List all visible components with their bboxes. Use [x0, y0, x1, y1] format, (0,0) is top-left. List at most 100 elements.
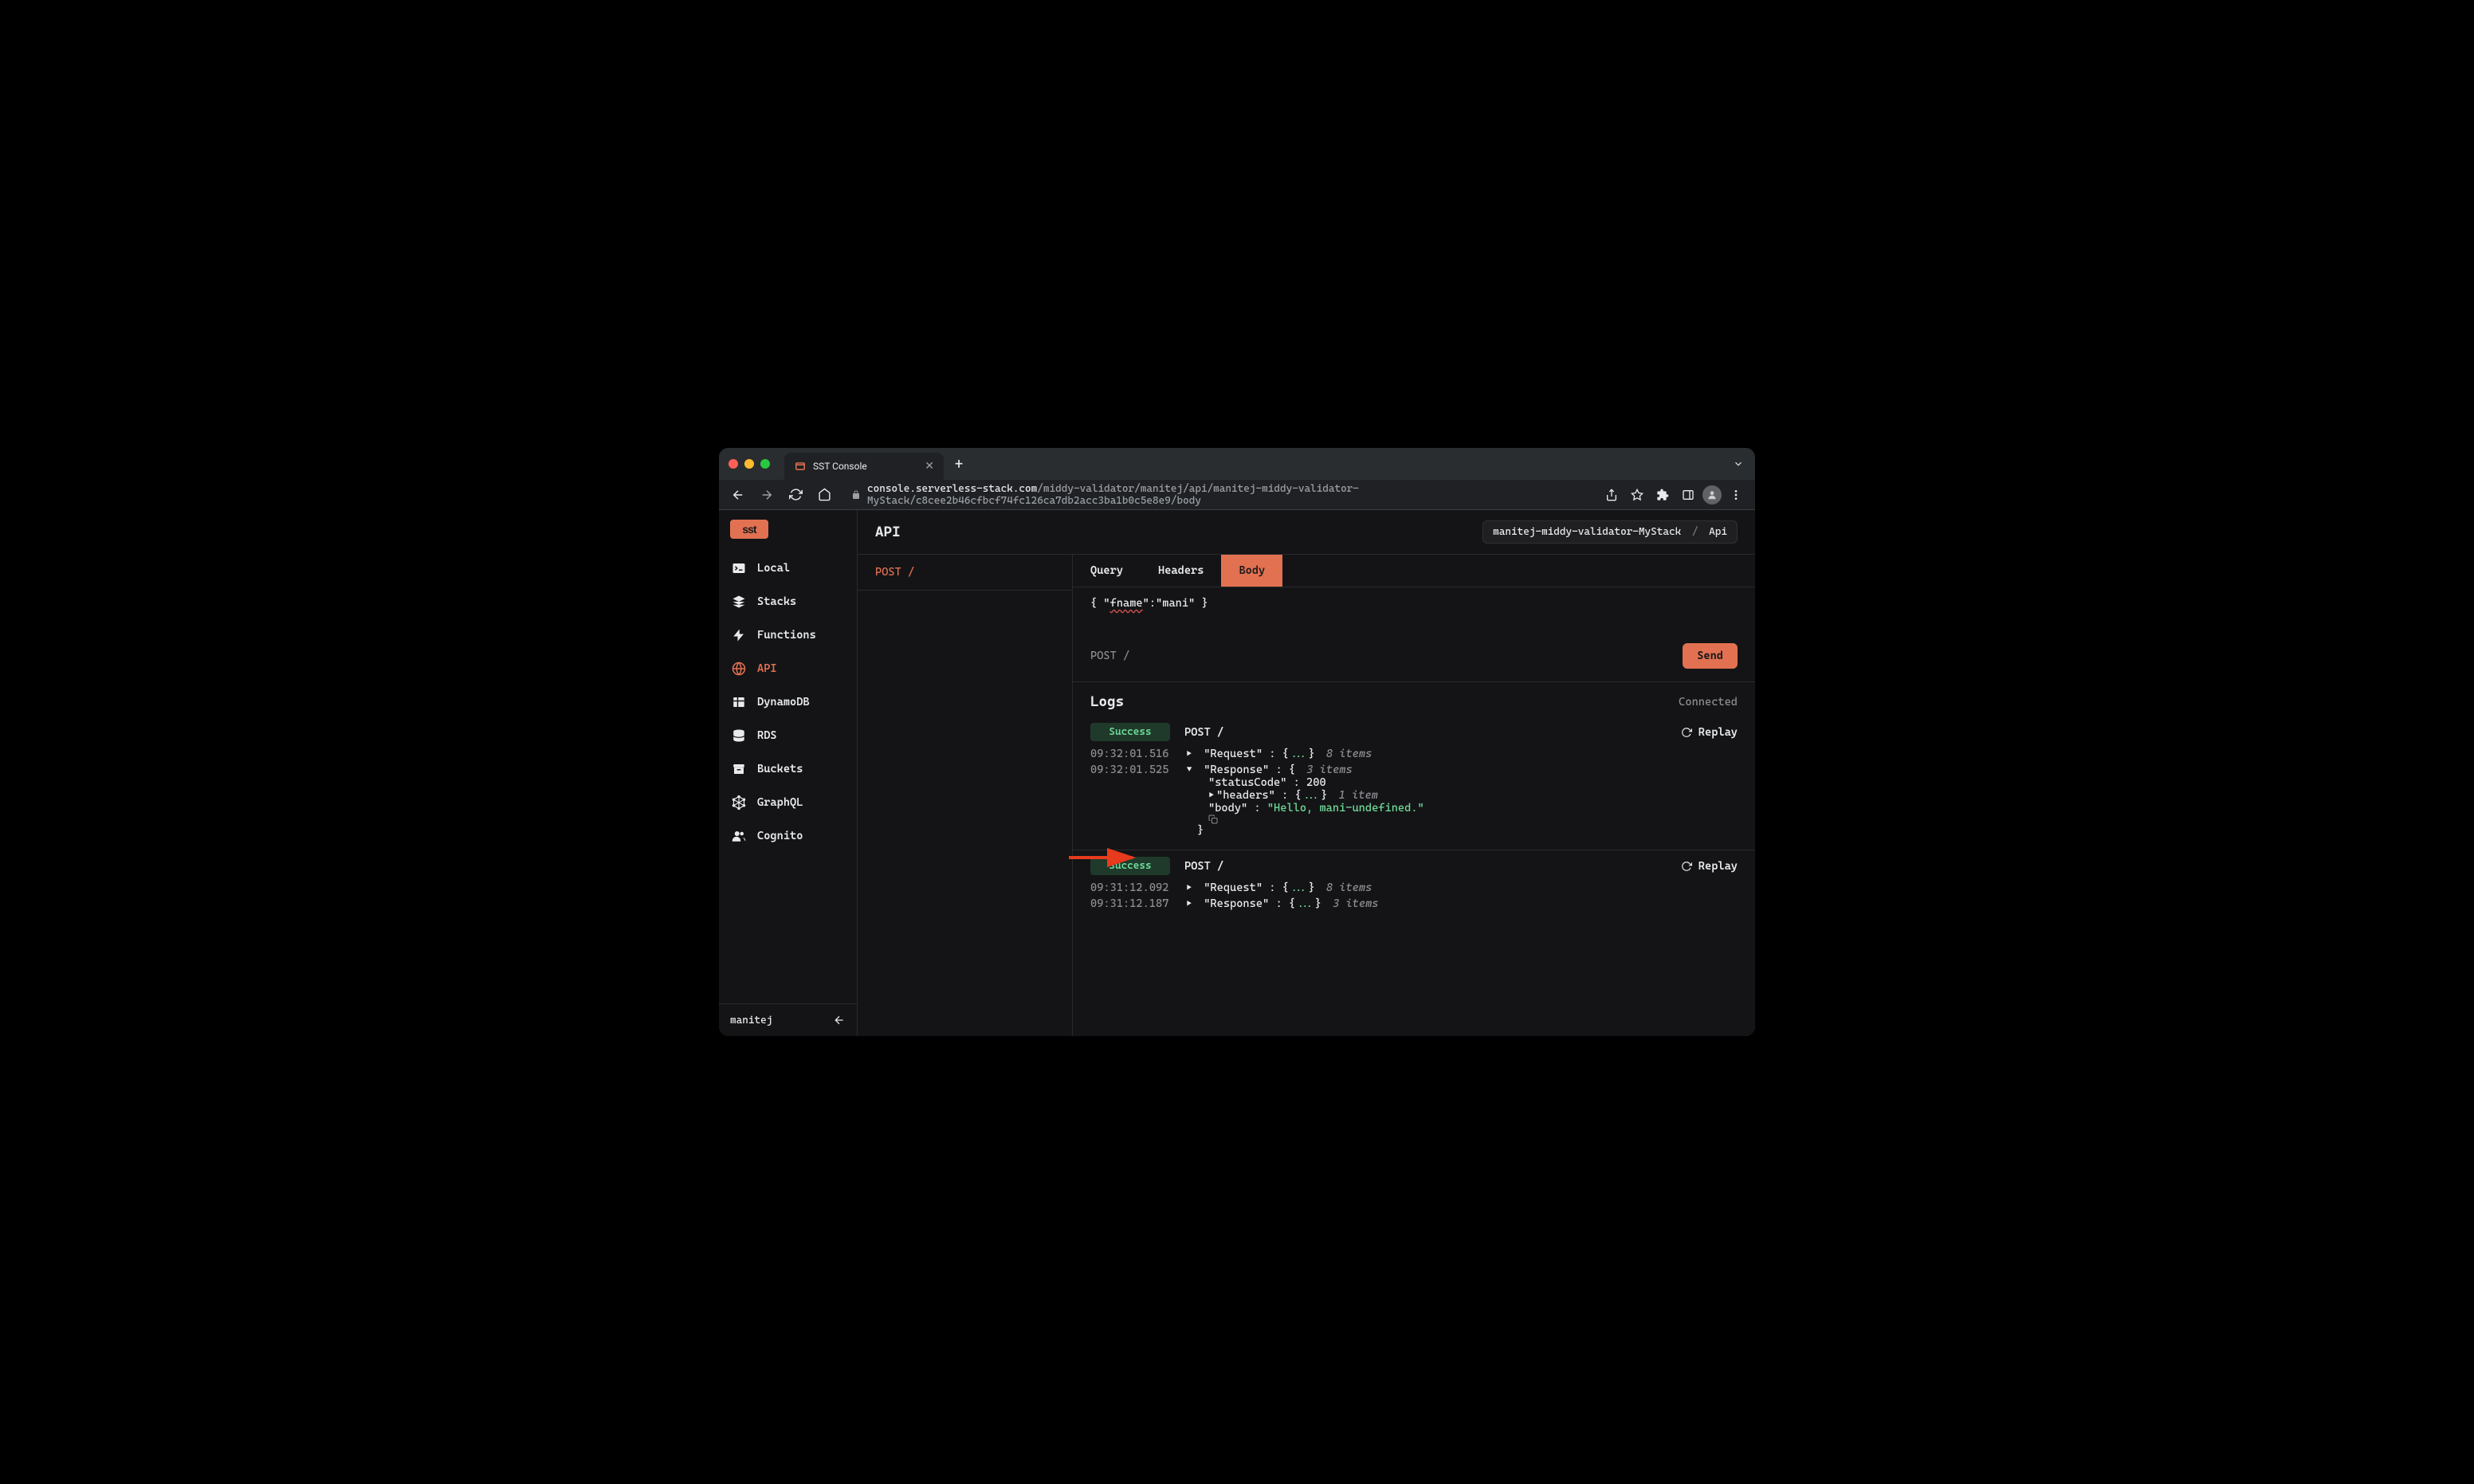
reload-button[interactable]	[784, 484, 807, 506]
close-window-button[interactable]	[728, 459, 738, 469]
users-icon	[732, 829, 746, 843]
tab-headers[interactable]: Headers	[1141, 555, 1221, 587]
sidebar-item-label: GraphQL	[757, 796, 803, 809]
timestamp: 09:31:12.092	[1090, 881, 1170, 894]
sidebar-item-label: Buckets	[757, 763, 803, 775]
caret-down-icon: ▾	[1186, 764, 1197, 776]
database-icon	[732, 728, 746, 743]
sidebar-item-buckets[interactable]: Buckets	[719, 752, 857, 786]
logs-title: Logs	[1090, 693, 1124, 710]
tab-body[interactable]: Body	[1221, 555, 1282, 587]
sidebar: sst Local Stacks	[719, 510, 858, 1036]
log-line: 09:32:01.516 ▸ "Request" : {...} 8 items	[1090, 746, 1738, 762]
maximize-window-button[interactable]	[760, 459, 770, 469]
logo-area: sst	[719, 510, 857, 544]
browser-actions	[1600, 484, 1747, 506]
breadcrumb-stack: manitej-middy-validator-MyStack	[1493, 526, 1681, 538]
log-line: 09:31:12.092 ▸ "Request" : {...} 8 items	[1090, 880, 1738, 896]
sidebar-item-label: RDS	[757, 729, 777, 742]
json-expanded[interactable]: ▾ "Response" : { 3 items "statusCode" : …	[1186, 764, 1738, 837]
sidebar-item-functions[interactable]: Functions	[719, 618, 857, 652]
sidebar-footer[interactable]: manitej	[719, 1003, 857, 1036]
connection-status: Connected	[1679, 696, 1738, 709]
extensions-icon[interactable]	[1651, 484, 1674, 506]
timestamp: 09:32:01.525	[1090, 764, 1170, 837]
minimize-window-button[interactable]	[744, 459, 754, 469]
tab-title: SST Console	[813, 461, 867, 472]
url-domain: console.serverless-stack.com	[867, 483, 1037, 495]
sidebar-item-label: API	[757, 662, 777, 675]
back-button[interactable]	[727, 484, 749, 506]
route-item[interactable]: POST /	[858, 555, 1072, 591]
sidebar-item-cognito[interactable]: Cognito	[719, 819, 857, 853]
app-root: sst Local Stacks	[719, 510, 1755, 1036]
sidebar-item-api[interactable]: API	[719, 652, 857, 685]
sidebar-item-stacks[interactable]: Stacks	[719, 585, 857, 618]
send-button[interactable]: Send	[1683, 643, 1738, 669]
caret-right-icon: ▸	[1186, 897, 1197, 910]
page-title: API	[875, 524, 901, 540]
log-entry-header: Success POST / Replay	[1090, 857, 1738, 875]
copy-icon[interactable]	[1208, 815, 1738, 824]
sst-logo[interactable]: sst	[730, 520, 768, 539]
log-method: POST /	[1184, 726, 1223, 739]
replay-icon	[1681, 861, 1692, 872]
url-bar[interactable]: console.serverless-stack.com/middy-valid…	[842, 484, 1594, 506]
request-tabs: Query Headers Body	[1073, 555, 1755, 587]
status-badge: Success	[1090, 857, 1170, 875]
new-tab-button[interactable]: +	[944, 456, 974, 473]
sidebar-item-label: Cognito	[757, 830, 803, 842]
log-entry-header: Success POST / Replay	[1090, 723, 1738, 741]
replay-icon	[1681, 727, 1692, 738]
side-panel-icon[interactable]	[1677, 484, 1699, 506]
log-method: POST /	[1184, 860, 1223, 873]
breadcrumb[interactable]: manitej-middy-validator-MyStack / Api	[1482, 520, 1738, 544]
sidebar-item-rds[interactable]: RDS	[719, 719, 857, 752]
json-collapsed[interactable]: ▸ "Response" : {...} 3 items	[1186, 897, 1738, 910]
status-badge: Success	[1090, 723, 1170, 741]
caret-right-icon: ▸	[1186, 881, 1197, 894]
sidebar-item-local[interactable]: Local	[719, 552, 857, 585]
routes-panel: POST /	[858, 555, 1073, 1036]
share-icon[interactable]	[1600, 484, 1623, 506]
send-method-path: POST /	[1090, 650, 1129, 662]
close-tab-icon[interactable]: ✕	[925, 460, 934, 473]
sidebar-nav: Local Stacks Functions	[719, 544, 857, 1003]
json-collapsed[interactable]: ▸ "Request" : {...} 8 items	[1186, 748, 1738, 760]
browser-tab[interactable]: SST Console ✕	[784, 453, 944, 480]
json-collapsed[interactable]: ▸ "Request" : {...} 8 items	[1186, 881, 1738, 894]
send-row: POST / Send	[1073, 635, 1755, 682]
caret-right-icon: ▸	[1208, 789, 1216, 802]
bolt-icon	[732, 628, 746, 642]
timestamp: 09:32:01.516	[1090, 748, 1170, 760]
log-line: 09:31:12.187 ▸ "Response" : {...} 3 item…	[1090, 896, 1738, 912]
archive-icon	[732, 762, 746, 776]
timestamp: 09:31:12.187	[1090, 897, 1170, 910]
replay-button[interactable]: Replay	[1681, 726, 1738, 739]
terminal-icon	[732, 561, 746, 575]
table-icon	[732, 695, 746, 709]
log-entry: Success POST / Replay 09:32:01.516 ▸	[1073, 716, 1755, 850]
sidebar-item-label: DynamoDB	[757, 696, 810, 709]
back-arrow-icon	[833, 1014, 846, 1027]
page-header: API manitej-middy-validator-MyStack / Ap…	[858, 510, 1755, 555]
forward-button[interactable]	[756, 484, 778, 506]
tab-query[interactable]: Query	[1073, 555, 1141, 587]
sidebar-item-label: Stacks	[757, 595, 796, 608]
caret-right-icon: ▸	[1186, 748, 1197, 760]
tabs-dropdown-icon[interactable]	[1722, 458, 1755, 469]
profile-avatar[interactable]	[1702, 485, 1722, 504]
graphql-icon	[732, 795, 746, 810]
logs-header: Logs Connected	[1073, 682, 1755, 716]
request-panel: Query Headers Body { "fname":"mani" } PO…	[1073, 555, 1755, 1036]
browser-tab-bar: SST Console ✕ +	[719, 448, 1755, 480]
home-button[interactable]	[813, 484, 835, 506]
replay-button[interactable]: Replay	[1681, 860, 1738, 873]
body-editor[interactable]: { "fname":"mani" }	[1073, 587, 1755, 635]
sidebar-item-dynamodb[interactable]: DynamoDB	[719, 685, 857, 719]
sidebar-item-graphql[interactable]: GraphQL	[719, 786, 857, 819]
browser-menu-icon[interactable]	[1725, 484, 1747, 506]
bookmark-icon[interactable]	[1626, 484, 1648, 506]
sidebar-item-label: Local	[757, 562, 790, 575]
main-content: API manitej-middy-validator-MyStack / Ap…	[858, 510, 1755, 1036]
